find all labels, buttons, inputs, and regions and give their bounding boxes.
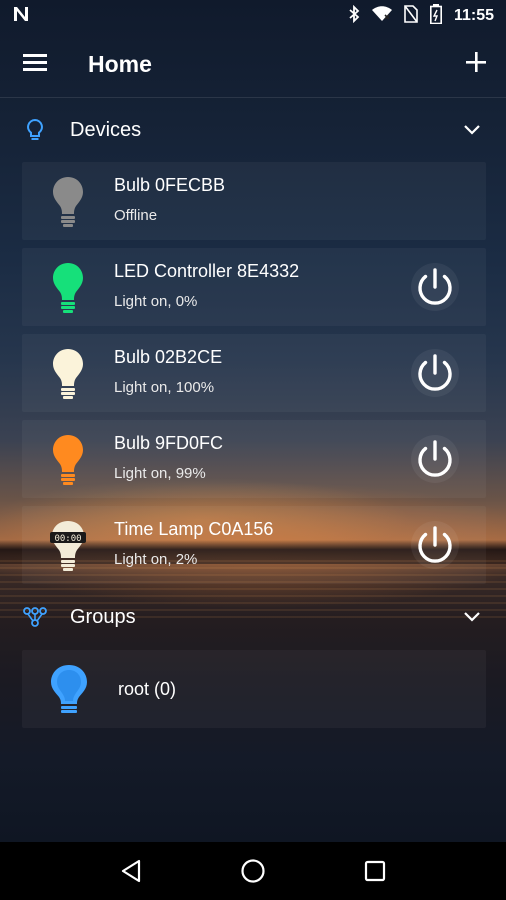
home-button[interactable] [223, 842, 283, 900]
home-circle-icon [241, 859, 265, 883]
devices-section-label: Devices [70, 118, 142, 141]
device-card-2[interactable]: Bulb 02B2CE Light on, 100% [22, 334, 486, 412]
bulb-icon [44, 260, 92, 314]
device-card-4[interactable]: 00:00 Time Lamp C0A156 Light on, 2% [22, 506, 486, 584]
group-tree-icon [0, 606, 70, 628]
device-status: Light on, 99% [114, 465, 206, 482]
device-name: Bulb 0FECBB [114, 175, 226, 195]
bulb-icon [44, 346, 92, 400]
groups-section-header[interactable]: Groups [0, 587, 506, 647]
recents-square-icon [364, 860, 386, 882]
device-status: Light on, 100% [114, 379, 215, 396]
device-card-1[interactable]: LED Controller 8E4332 Light on, 0% [22, 248, 486, 326]
group-card-0[interactable]: root (0) [22, 650, 486, 728]
wifi-icon [371, 5, 392, 27]
device-name: LED Controller 8E4332 [114, 261, 300, 281]
power-button[interactable] [408, 260, 462, 314]
add-button[interactable] [446, 32, 506, 98]
power-button[interactable] [408, 346, 462, 400]
bulb-icon [44, 432, 92, 486]
lightbulb-outline-icon [0, 118, 70, 142]
power-button[interactable] [408, 432, 462, 486]
device-card-3[interactable]: Bulb 9FD0FC Light on, 99% [22, 420, 486, 498]
system-nav-bar [0, 842, 506, 900]
bulb-icon [44, 174, 92, 228]
back-triangle-icon [121, 859, 141, 883]
status-time: 11:55 [453, 7, 494, 24]
devices-section-header[interactable]: Devices [0, 100, 506, 160]
plus-icon [465, 51, 487, 78]
time-lamp-icon: 00:00 [44, 518, 92, 572]
device-name: Bulb 02B2CE [114, 347, 223, 367]
chevron-down-icon[interactable] [438, 125, 506, 135]
n-notification-icon [12, 5, 30, 28]
device-name: Time Lamp C0A156 [114, 519, 274, 539]
app-bar: Home [0, 32, 506, 98]
group-name: root (0) [118, 679, 177, 699]
groups-section-label: Groups [70, 605, 136, 628]
power-icon [411, 263, 459, 311]
bluetooth-icon [348, 4, 360, 28]
device-card-0[interactable]: Bulb 0FECBB Offline [22, 162, 486, 240]
bulb-outline-icon [42, 662, 96, 716]
device-status: Offline [114, 207, 158, 224]
power-icon [411, 521, 459, 569]
menu-button[interactable] [0, 32, 70, 98]
status-bar: 11:55 [0, 0, 506, 32]
menu-icon [23, 52, 47, 77]
chevron-down-icon[interactable] [438, 612, 506, 622]
svg-text:00:00: 00:00 [54, 534, 81, 544]
power-icon [411, 349, 459, 397]
device-name: Bulb 9FD0FC [114, 433, 224, 453]
page-title: Home [88, 51, 152, 77]
device-status: Light on, 0% [114, 293, 198, 310]
recents-button[interactable] [345, 842, 405, 900]
battery-icon [429, 3, 442, 29]
power-button[interactable] [408, 518, 462, 572]
power-icon [411, 435, 459, 483]
device-status: Light on, 2% [114, 551, 198, 568]
back-button[interactable] [101, 842, 161, 900]
no-sim-icon [404, 4, 418, 28]
